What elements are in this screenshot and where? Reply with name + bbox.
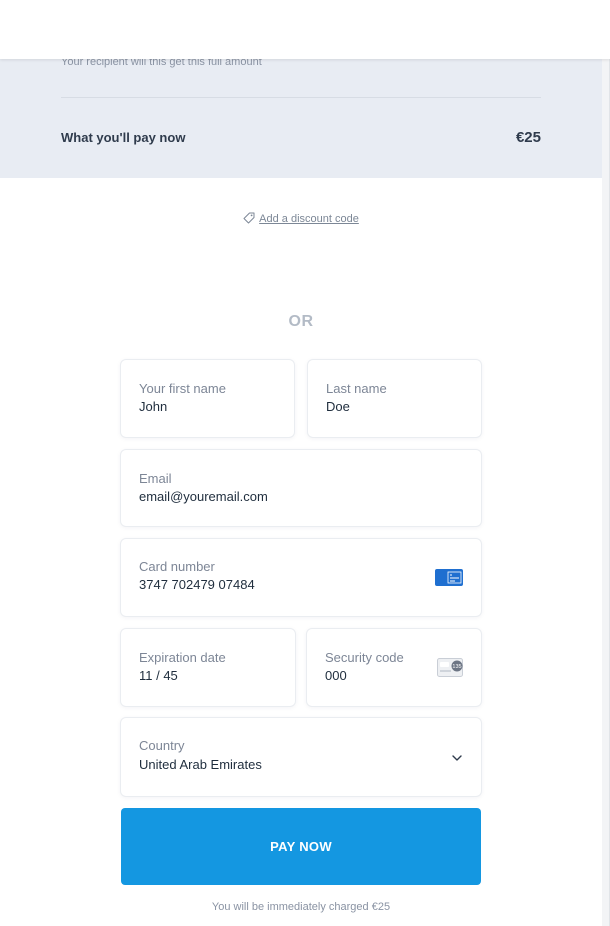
pay-now-button[interactable]: PAY NOW [121,808,481,885]
expiration-field[interactable]: Expiration date 11 / 45 [120,628,296,707]
discount-row: Add a discount code [0,212,602,225]
charge-note: You will be immediately charged €25 [211,901,391,913]
expiration-label: Expiration date [139,650,226,665]
pay-now-amount: €25 [515,129,541,146]
email-field[interactable]: Email email@youremail.com [120,449,482,527]
last-name-label: Last name [326,381,387,396]
security-code-value[interactable]: 000 [325,668,347,683]
or-divider: OR [288,313,314,330]
country-select[interactable]: Country United Arab Emirates [120,717,482,797]
top-bar [0,0,610,59]
amex-card-icon [435,569,463,586]
first-name-label: Your first name [139,381,226,396]
cvc-card-icon: 135 [437,658,463,677]
security-code-label: Security code [325,650,404,665]
country-value[interactable]: United Arab Emirates [139,757,262,772]
first-name-value[interactable]: John [139,399,167,414]
email-value[interactable]: email@youremail.com [139,489,268,504]
pay-now-label: What you'll pay now [61,130,186,145]
card-number-value[interactable]: 3747 702479 07484 [139,577,255,592]
card-number-field[interactable]: Card number 3747 702479 07484 [120,538,482,617]
svg-text:135: 135 [452,664,461,670]
card-number-label: Card number [139,559,215,574]
summary-divider [61,97,541,98]
last-name-field[interactable]: Last name Doe [307,359,482,438]
last-name-value[interactable]: Doe [326,399,350,414]
expiration-value[interactable]: 11 / 45 [139,668,178,683]
add-discount-link[interactable]: Add a discount code [259,213,359,225]
country-label: Country [139,738,185,753]
order-summary: Your recipient will this get this full a… [0,56,602,178]
chevron-down-icon[interactable] [451,752,463,764]
first-name-field[interactable]: Your first name John [120,359,295,438]
tag-icon [243,212,255,224]
email-label: Email [139,471,172,486]
security-code-field[interactable]: Security code 000 135 [306,628,482,707]
